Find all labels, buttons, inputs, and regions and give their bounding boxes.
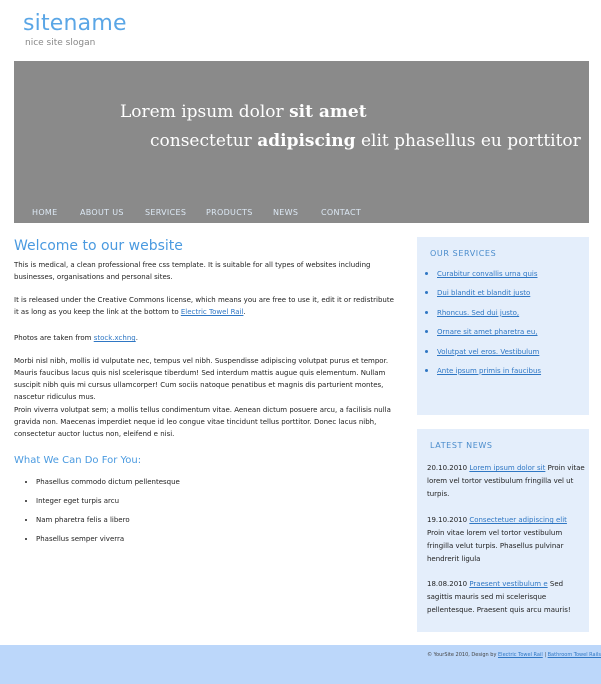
list-item: Nam pharetra felis a libero [36, 514, 180, 533]
nav-home[interactable]: HOME [32, 208, 57, 217]
footer-link-1[interactable]: Electric Towel Rail [498, 652, 543, 658]
list-item: Phasellus semper viverra [36, 533, 180, 552]
news-date: 19.10.2010 [427, 516, 468, 524]
service-link[interactable]: Ornare sit amet pharetra eu, [437, 328, 538, 336]
news-item: 19.10.2010 Consectetuer adipiscing elit … [427, 516, 567, 563]
latest-news-title: LATEST NEWS [430, 441, 493, 450]
news-item: 20.10.2010 Lorem ipsum dolor sit Proin v… [427, 464, 585, 498]
banner-line-2: consectetur adipiscing elit phasellus eu… [150, 131, 581, 151]
list-item: Volutpat vel eros. Vestibulum [425, 347, 541, 366]
our-services-box: OUR SERVICES Curabitur convallis urna qu… [417, 237, 589, 415]
service-link[interactable]: Volutpat vel eros. Vestibulum [437, 348, 539, 356]
nav-contact[interactable]: CONTACT [321, 208, 361, 217]
nav-services[interactable]: SERVICES [145, 208, 186, 217]
photos-paragraph: Photos are taken from stock.xchng. [14, 334, 138, 342]
intro-paragraph: This is medical, a clean professional fr… [14, 261, 371, 281]
site-name[interactable]: sitename [23, 11, 127, 36]
banner-line-1: Lorem ipsum dolor sit amet [120, 102, 367, 122]
services-list: Phasellus commodo dictum pellentesque In… [22, 476, 180, 552]
stock-link[interactable]: stock.xchng [94, 334, 136, 342]
bullet-icon [425, 291, 428, 295]
news-link[interactable]: Praesent vestibulum e [469, 580, 547, 588]
news-date: 18.08.2010 [427, 580, 468, 588]
our-services-list: Curabitur convallis urna quis Dui blandi… [425, 269, 541, 385]
bullet-icon [425, 310, 428, 314]
license-link[interactable]: Electric Towel Rail [181, 308, 244, 316]
header-banner: Lorem ipsum dolor sit amet consectetur a… [14, 61, 589, 223]
page-title: Welcome to our website [14, 238, 183, 254]
list-item: Phasellus commodo dictum pellentesque [36, 476, 180, 495]
list-item: Dui blandit et blandit justo [425, 288, 541, 307]
body-paragraph-1: Morbi nisl nibh, mollis id vulputate nec… [14, 357, 389, 401]
main-nav: HOME ABOUT US SERVICES PRODUCTS NEWS CON… [14, 208, 589, 222]
footer-link-2[interactable]: Bathroom Towel Rails [548, 652, 601, 658]
list-item: Curabitur convallis urna quis [425, 269, 541, 288]
service-link[interactable]: Dui blandit et blandit justo [437, 289, 530, 297]
list-item: Rhoncus. Sed dui justo, [425, 308, 541, 327]
list-item: Ornare sit amet pharetra eu, [425, 327, 541, 346]
license-paragraph: It is released under the Creative Common… [14, 296, 394, 316]
bullet-icon [425, 349, 428, 353]
site-slogan: nice site slogan [25, 38, 96, 48]
footer: © YourSite 2010, Design by Electric Towe… [0, 645, 601, 684]
section-heading: What We Can Do For You: [14, 455, 142, 466]
our-services-title: OUR SERVICES [430, 249, 497, 258]
news-date: 20.10.2010 [427, 464, 468, 472]
body-paragraph-2: Proin viverra volutpat sem; a mollis tel… [14, 406, 391, 438]
news-item: 18.08.2010 Praesent vestibulum e Sed sag… [427, 580, 571, 614]
nav-about-us[interactable]: ABOUT US [80, 208, 124, 217]
list-item: Integer eget turpis arcu [36, 495, 180, 514]
news-link[interactable]: Lorem ipsum dolor sit [469, 464, 545, 472]
bullet-icon [425, 272, 428, 275]
nav-news[interactable]: NEWS [273, 208, 298, 217]
list-item: Ante ipsum primis in faucibus [425, 366, 541, 385]
service-link[interactable]: Curabitur convallis urna quis [437, 270, 538, 278]
nav-products[interactable]: PRODUCTS [206, 208, 253, 217]
service-link[interactable]: Rhoncus. Sed dui justo, [437, 309, 519, 317]
latest-news-box: LATEST NEWS 20.10.2010 Lorem ipsum dolor… [417, 429, 589, 632]
bullet-icon [425, 330, 428, 334]
bullet-icon [425, 368, 428, 372]
news-link[interactable]: Consectetuer adipiscing elit [469, 516, 567, 524]
service-link[interactable]: Ante ipsum primis in faucibus [437, 367, 541, 375]
footer-credits: © YourSite 2010, Design by Electric Towe… [427, 652, 601, 658]
